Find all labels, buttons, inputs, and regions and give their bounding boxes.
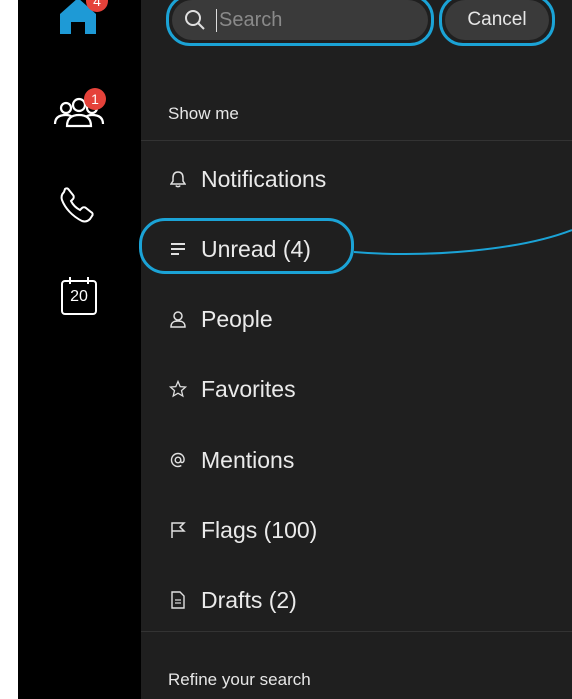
divider-top — [141, 140, 572, 141]
filter-label: Notifications — [201, 165, 327, 192]
document-icon — [168, 590, 188, 610]
filter-unread[interactable]: Unread (4) — [168, 229, 311, 269]
divider-bottom — [141, 631, 572, 632]
filter-mentions[interactable]: Mentions — [168, 440, 294, 480]
people-badge: 1 — [84, 88, 106, 110]
filter-favorites[interactable]: Favorites — [168, 369, 296, 409]
filter-label: Flags (100) — [201, 516, 318, 543]
search-box-focus-ring — [166, 0, 434, 46]
search-input[interactable] — [216, 8, 406, 32]
filter-label: Mentions — [201, 446, 295, 473]
filter-label: Drafts (2) — [201, 586, 297, 613]
search-icon — [185, 10, 205, 30]
filter-people[interactable]: People — [168, 299, 273, 339]
filter-label: Unread (4) — [201, 235, 311, 262]
refine-heading: Refine your search — [168, 670, 311, 689]
cancel-button[interactable]: Cancel — [445, 0, 549, 40]
filter-flags[interactable]: Flags (100) — [168, 510, 317, 550]
search-box[interactable] — [172, 0, 428, 40]
nav-calendar[interactable]: 20 — [60, 276, 98, 316]
cancel-focus-ring: Cancel — [439, 0, 555, 46]
filter-drafts[interactable]: Drafts (2) — [168, 580, 297, 620]
lines-icon — [168, 239, 188, 259]
calendar-day: 20 — [70, 288, 88, 305]
nav-people[interactable]: 1 — [52, 88, 112, 132]
filter-label: People — [201, 305, 273, 332]
star-icon — [168, 379, 188, 399]
nav-calls[interactable] — [58, 186, 98, 226]
bell-icon — [168, 169, 188, 189]
at-icon — [168, 450, 188, 470]
person-icon — [168, 309, 188, 329]
nav-home[interactable]: 4 — [52, 0, 112, 40]
show-me-heading: Show me — [168, 104, 239, 123]
flag-icon — [168, 520, 188, 540]
phone-icon — [60, 187, 94, 223]
filter-notifications[interactable]: Notifications — [168, 159, 326, 199]
filter-label: Favorites — [201, 375, 296, 402]
